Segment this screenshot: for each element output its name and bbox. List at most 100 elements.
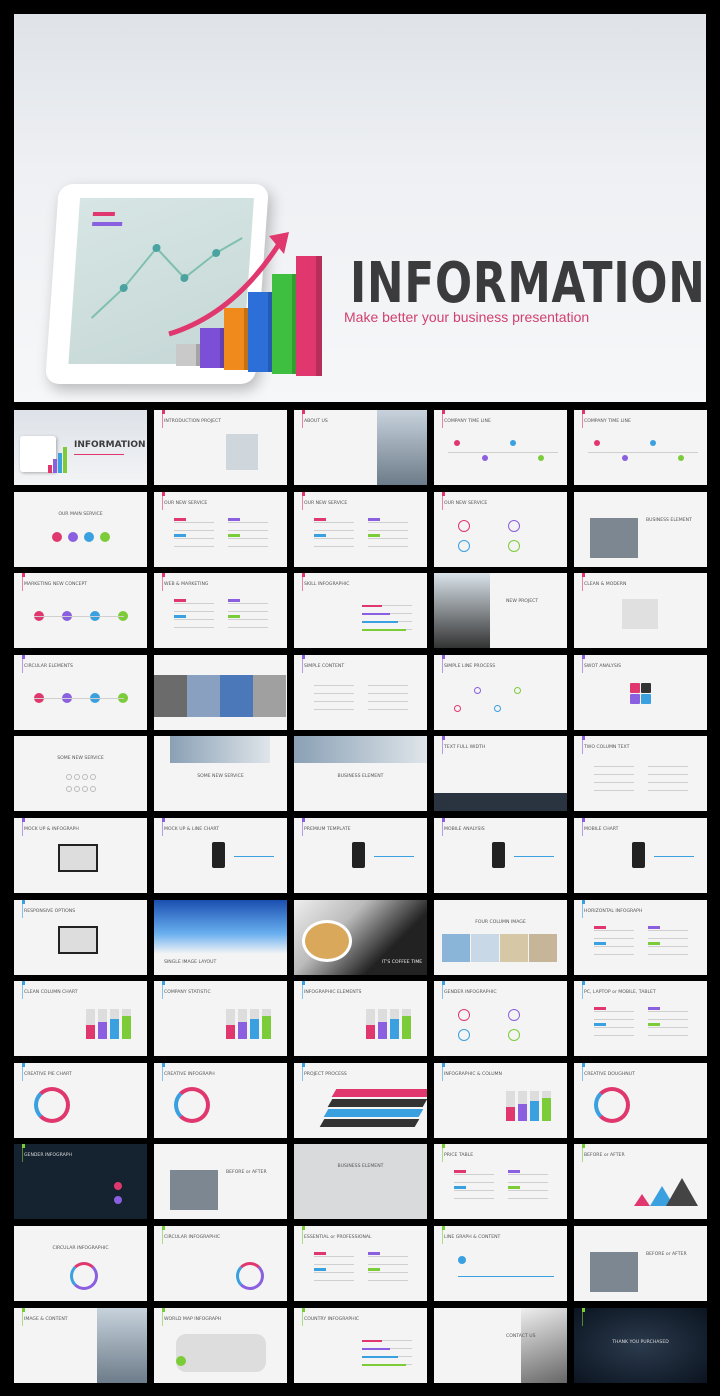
slide-thumbnail[interactable]: IT'S COFFEE TIME [294,899,427,975]
text-line [594,1011,634,1013]
slide-thumbnail[interactable]: MOBILE CHART [574,818,707,893]
slide-thumbnail[interactable]: BEFORE or AFTER [574,1144,707,1220]
slide-thumbnail[interactable]: PRICE TABLE [434,1144,567,1220]
slide-thumbnail[interactable]: INTRODUCTION PROJECT [154,410,287,485]
timeline-line [588,452,698,453]
text-line [648,1019,688,1021]
slide-thumbnail[interactable]: BEFORE or AFTER [574,1226,707,1301]
slide-thumbnail[interactable]: CONTACT US [434,1307,567,1383]
text-line [594,774,634,776]
slide-thumbnail[interactable]: CLEAN & MODERN [574,573,707,649]
slide-title: GENDER INFOGRAPHIC [444,990,497,996]
slide-thumbnail[interactable]: COMPANY TIME LINE [434,410,567,485]
tag [314,517,326,521]
slide-thumbnail[interactable]: GENDER INFOGRAPHIC [434,981,567,1057]
slide-thumbnail[interactable]: THANK YOU PURCHASED [574,1307,707,1383]
swot-block [630,682,640,693]
world-map [176,1333,266,1372]
slide-thumbnail[interactable]: BEFORE or AFTER [154,1144,287,1220]
accent-line [162,1066,163,1081]
slide-thumbnail[interactable]: ABOUT US [294,410,427,485]
slide-thumbnail[interactable]: SOME NEW SERVICE [14,736,147,812]
photo [434,793,567,812]
slide-thumbnail[interactable]: PROJECT PROCESS [294,1062,427,1138]
photo [442,933,470,962]
tag [594,925,606,929]
slide-thumbnail[interactable]: TWO COLUMN TEXT [574,736,707,812]
slide-thumbnail[interactable]: SWOT ANALYSIS [574,654,707,730]
slide-thumbnail[interactable]: BUSINESS ELEMENT [574,491,707,567]
photo [521,1307,567,1383]
chart-line [234,856,274,857]
slide-title: BUSINESS ELEMENT [337,1164,384,1170]
slide-title: SOME NEW SERVICE [197,774,244,780]
text-line [648,1035,688,1037]
text-line [174,619,214,621]
slide-thumbnail[interactable]: CREATIVE INFOGRAPH [154,1062,287,1138]
accent-line [582,1311,583,1326]
text-line [508,1174,548,1176]
process-stripe [319,1118,420,1127]
circle-icon [100,531,110,542]
slide-thumbnail[interactable]: BUSINESS ELEMENT [294,1144,427,1220]
slide-thumbnail[interactable]: SIMPLE LINE PROCESS [434,654,567,730]
slide-thumbnail[interactable]: CIRCULAR INFOGRAPHIC [154,1226,287,1301]
slide-thumbnail[interactable]: COMPANY STATISTIC [154,981,287,1057]
hero-bar [248,292,274,372]
slide-thumbnail[interactable]: WORLD MAP INFOGRAPH [154,1307,287,1383]
slide-thumbnail[interactable]: MOCK UP & INFOGRAPH [14,818,147,893]
slide-thumbnail[interactable]: SOME NEW SERVICE [154,736,287,812]
accent-line [162,495,163,510]
slide-thumbnail[interactable]: SKILL INFOGRAPHIC [294,573,427,649]
slide-title: GENDER INFOGRAPH [24,1153,72,1159]
slide-title: ABOUT US [304,419,328,424]
slide-thumbnail[interactable]: LINE GRAPH & CONTENT [434,1226,567,1301]
slide-thumbnail[interactable]: COUNTRY INFOGRAPHIC [294,1307,427,1383]
slide-thumbnail[interactable]: CIRCULAR INFOGRAPHIC [14,1226,147,1301]
slide-thumbnail[interactable]: PREMIUM TEMPLATE [294,818,427,893]
slide-thumbnail[interactable]: PC, LAPTOP or MOBILE, TABLET [574,981,707,1057]
accent-line [302,414,303,428]
slide-thumbnail[interactable]: SIMPLE CONTENT [294,654,427,730]
slide-thumbnail[interactable]: TEXT FULL WIDTH [434,736,567,812]
slide-thumbnail[interactable]: ESSENTIAL or PROFESSIONAL [294,1226,427,1301]
slide-thumbnail[interactable]: OUR NEW SERVICE [154,491,287,567]
slide-thumbnail[interactable]: COMPANY TIME LINE [574,410,707,485]
column [366,1025,375,1040]
slide-thumbnail[interactable]: GENDER INFOGRAPH [14,1144,147,1220]
slide-thumbnail[interactable]: BUSINESS ELEMENT [294,736,427,812]
slide-thumbnail[interactable] [154,654,287,730]
slide-thumbnail[interactable]: CREATIVE DOUGHNUT [574,1062,707,1138]
slide-thumbnail[interactable]: RESPONSIVE OPTIONS [14,899,147,975]
ring [508,1009,520,1022]
slide-thumbnail[interactable]: HORIZONTAL INFOGRAPH [574,899,707,975]
text-line [314,545,354,547]
slide-thumbnail[interactable]: OUR NEW SERVICE [434,491,567,567]
slide-thumbnail[interactable]: INFOGRAPHIC & COLUMN [434,1062,567,1138]
slide-thumbnail[interactable]: FOUR COLUMN IMAGE [434,899,567,975]
slide-thumbnail[interactable]: WEB & MARKETING [154,573,287,649]
slide-thumbnail[interactable]: CREATIVE PIE CHART [14,1062,147,1138]
column [122,1016,131,1040]
bar-thumb [63,447,67,473]
slide-thumbnail[interactable]: SINGLE IMAGE LAYOUT [154,899,287,975]
slide-thumbnail[interactable]: NEW PROJECT [434,573,567,649]
slide-thumbnail[interactable]: CLEAN COLUMN CHART [14,981,147,1057]
slide-thumbnail[interactable]: INFORMATION [14,410,147,485]
phone-icon [492,842,505,868]
slide-thumbnail[interactable]: CIRCULAR ELEMENTS [14,654,147,730]
slide-thumbnail[interactable]: IMAGE & CONTENT [14,1307,147,1383]
slide-title: MOBILE ANALYSIS [444,827,485,832]
timeline-line [448,452,558,453]
slide-thumbnail[interactable]: OUR MAIN SERVICE [14,491,147,567]
slide-thumbnail[interactable]: MARKETING NEW CONCEPT [14,573,147,649]
process-node [474,686,481,694]
slide-thumbnail[interactable]: MOBILE ANALYSIS [434,818,567,893]
accent-line [22,1311,23,1326]
slide-thumbnail[interactable]: INFOGRAPHIC ELEMENTS [294,981,427,1057]
slide-title: TEXT FULL WIDTH [444,745,486,751]
slide-title: COMPANY TIME LINE [444,419,491,424]
slide-thumbnail[interactable]: OUR NEW SERVICE [294,491,427,567]
photo [434,573,490,649]
slide-thumbnail[interactable]: MOCK UP & LINE CHART [154,818,287,893]
